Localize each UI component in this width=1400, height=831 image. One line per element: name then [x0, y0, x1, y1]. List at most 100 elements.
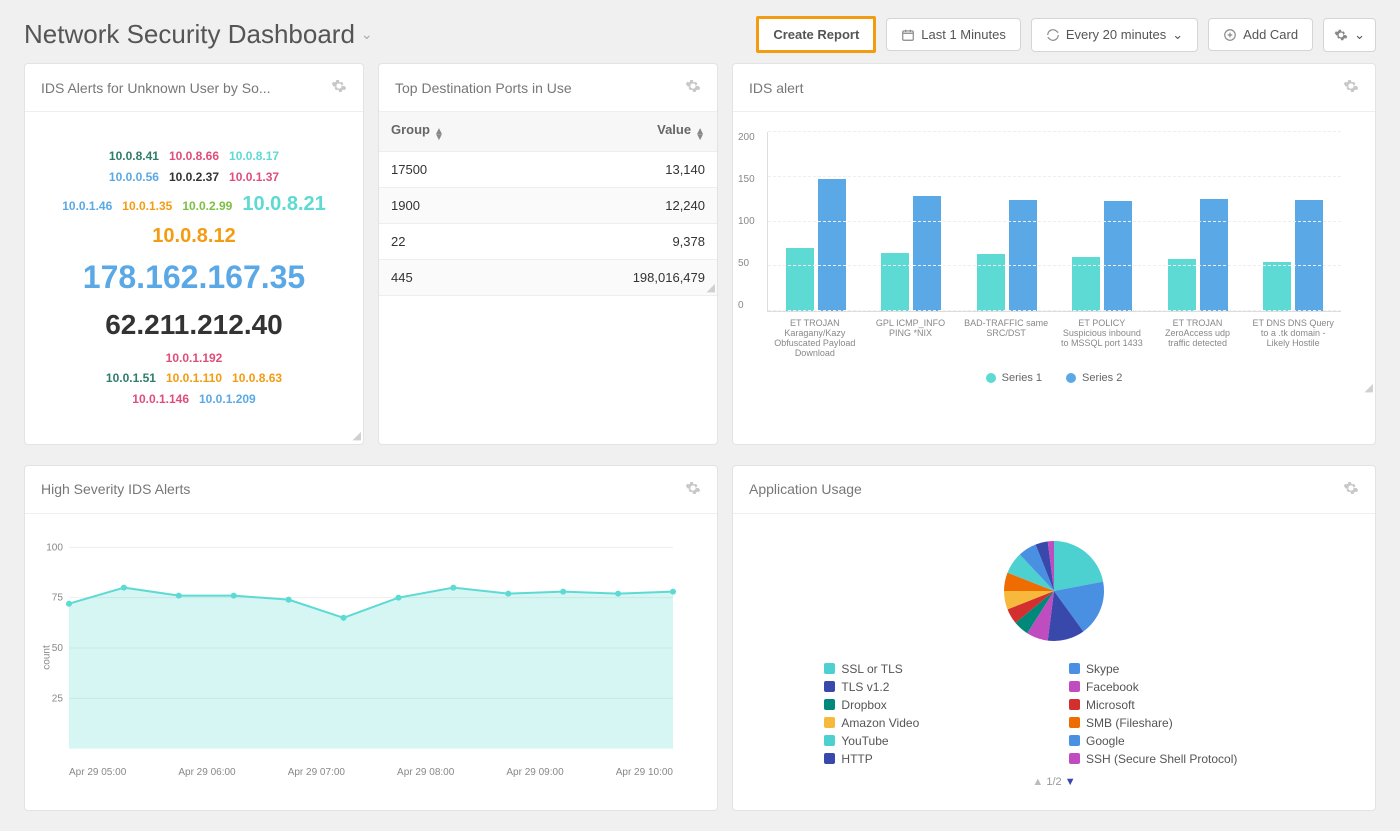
x-tick-label: Apr 29 06:00 [178, 767, 235, 778]
legend-item[interactable]: SSH (Secure Shell Protocol) [1069, 752, 1284, 766]
gear-icon [685, 78, 701, 94]
legend-item[interactable]: Dropbox [824, 698, 1039, 712]
svg-text:100: 100 [46, 542, 63, 553]
bar[interactable] [786, 248, 814, 311]
gear-icon [1334, 28, 1348, 42]
bar[interactable] [1009, 200, 1037, 311]
legend-item[interactable]: Amazon Video [824, 716, 1039, 730]
card-settings-button[interactable] [1343, 78, 1359, 97]
bar[interactable] [913, 196, 941, 311]
refresh-interval-button[interactable]: Every 20 minutes ⌄ [1031, 18, 1198, 52]
resize-handle[interactable]: ◢ [707, 281, 715, 294]
sort-icon: ▲▼ [695, 129, 705, 141]
card-settings-button[interactable] [1343, 480, 1359, 499]
card-top-destination-ports: Top Destination Ports in Use Group▲▼ Val… [378, 63, 718, 445]
legend-item[interactable]: Series 2 [1066, 372, 1122, 384]
ip-address-tag[interactable]: 10.0.8.17 [229, 147, 279, 166]
column-header-value[interactable]: Value▲▼ [529, 112, 717, 152]
table-row[interactable]: 229,378 [379, 224, 717, 260]
legend-item[interactable]: Google [1069, 734, 1284, 748]
ip-address-tag[interactable]: 10.0.1.146 [132, 390, 189, 409]
ip-address-tag[interactable]: 62.211.212.40 [105, 303, 283, 348]
ip-address-tag[interactable]: 10.0.1.46 [62, 197, 112, 216]
legend-item[interactable]: Microsoft [1069, 698, 1284, 712]
bar[interactable] [1104, 201, 1132, 311]
card-title: Application Usage [749, 481, 862, 497]
cell-group: 1900 [379, 188, 529, 224]
ip-address-tag[interactable]: 10.0.2.99 [182, 197, 232, 216]
gear-icon [1343, 480, 1359, 496]
chevron-down-icon: ⌄ [1172, 27, 1183, 43]
add-card-button[interactable]: Add Card [1208, 18, 1313, 51]
ip-address-tag[interactable]: 10.0.8.12 [152, 220, 235, 252]
bar[interactable] [1168, 259, 1196, 311]
ip-address-tag[interactable]: 10.0.2.37 [169, 168, 219, 187]
legend-item[interactable]: Facebook [1069, 680, 1284, 694]
ip-address-tag[interactable]: 178.162.167.35 [83, 252, 305, 303]
category-label: BAD-TRAFFIC same SRC/DST [958, 318, 1054, 358]
ip-address-tag[interactable]: 10.0.1.35 [122, 197, 172, 216]
gear-icon [1343, 78, 1359, 94]
card-ids-unknown-user: IDS Alerts for Unknown User by So... 10.… [24, 63, 364, 445]
column-header-group[interactable]: Group▲▼ [379, 112, 529, 152]
legend-item[interactable]: SMB (Fileshare) [1069, 716, 1284, 730]
table-row[interactable]: 190012,240 [379, 188, 717, 224]
ip-address-tag[interactable]: 10.0.1.37 [229, 168, 279, 187]
legend-pager[interactable]: ▲ 1/2 ▼ [824, 776, 1283, 788]
card-title: High Severity IDS Alerts [41, 481, 190, 497]
legend-item[interactable]: Series 1 [986, 372, 1042, 384]
legend-item[interactable]: SSL or TLS [824, 662, 1039, 676]
legend-item[interactable]: YouTube [824, 734, 1039, 748]
legend-item[interactable]: TLS v1.2 [824, 680, 1039, 694]
card-title: Top Destination Ports in Use [395, 80, 572, 96]
ip-address-tag[interactable]: 10.0.0.56 [109, 168, 159, 187]
category-label: ET TROJAN ZeroAccess udp traffic detecte… [1150, 318, 1246, 358]
cell-group: 445 [379, 260, 529, 296]
gear-icon [331, 78, 347, 94]
ip-address-tag[interactable]: 10.0.1.51 [106, 369, 156, 388]
refresh-icon [1046, 28, 1060, 42]
create-report-button[interactable]: Create Report [756, 16, 876, 53]
bar[interactable] [1295, 200, 1323, 311]
title-dropdown-caret[interactable]: ⌄ [361, 26, 373, 43]
time-range-button[interactable]: Last 1 Minutes [886, 18, 1021, 51]
bar[interactable] [977, 254, 1005, 311]
category-label: ET POLICY Suspicious inbound to MSSQL po… [1054, 318, 1150, 358]
resize-handle[interactable]: ◢ [353, 429, 361, 442]
card-settings-button[interactable] [331, 78, 347, 97]
card-ids-alert: IDS alert 200150100500 ET TROJAN Karagan… [732, 63, 1376, 445]
svg-text:75: 75 [52, 593, 64, 604]
resize-handle[interactable]: ◢ [1365, 381, 1373, 394]
sort-icon: ▲▼ [434, 129, 444, 141]
x-tick-label: Apr 29 05:00 [69, 767, 126, 778]
bar[interactable] [1263, 262, 1291, 312]
x-tick-label: Apr 29 10:00 [616, 767, 673, 778]
high-severity-area-chart: 255075100 [69, 538, 673, 758]
ports-table: Group▲▼ Value▲▼ 1750013,140190012,240229… [379, 112, 717, 296]
ip-address-tag[interactable]: 10.0.8.63 [232, 369, 282, 388]
cell-value: 13,140 [529, 152, 717, 188]
card-settings-button[interactable] [685, 480, 701, 499]
plus-circle-icon [1223, 28, 1237, 42]
ip-address-tag[interactable]: 10.0.1.192 [166, 349, 223, 368]
ip-address-tag[interactable]: 10.0.8.66 [169, 147, 219, 166]
table-row[interactable]: 1750013,140 [379, 152, 717, 188]
bar[interactable] [1200, 199, 1228, 312]
ip-address-tag[interactable]: 10.0.8.41 [109, 147, 159, 166]
x-tick-label: Apr 29 09:00 [506, 767, 563, 778]
legend-item[interactable]: HTTP [824, 752, 1039, 766]
bar[interactable] [881, 253, 909, 312]
ip-address-tag[interactable]: 10.0.8.21 [242, 188, 325, 220]
legend-item[interactable]: Skype [1069, 662, 1284, 676]
bar[interactable] [818, 179, 846, 311]
ip-address-tag[interactable]: 10.0.1.110 [166, 369, 222, 388]
category-label: ET DNS DNS Query to a .tk domain - Likel… [1245, 318, 1341, 358]
x-tick-label: Apr 29 07:00 [288, 767, 345, 778]
table-row[interactable]: 445198,016,479 [379, 260, 717, 296]
card-settings-button[interactable] [685, 78, 701, 97]
svg-text:50: 50 [52, 643, 64, 654]
ip-address-tag[interactable]: 10.0.1.209 [199, 390, 256, 409]
card-high-severity: High Severity IDS Alerts count 255075100… [24, 465, 718, 811]
ids-bar-chart: 200150100500 [767, 132, 1341, 312]
settings-button[interactable]: ⌄ [1323, 18, 1376, 52]
